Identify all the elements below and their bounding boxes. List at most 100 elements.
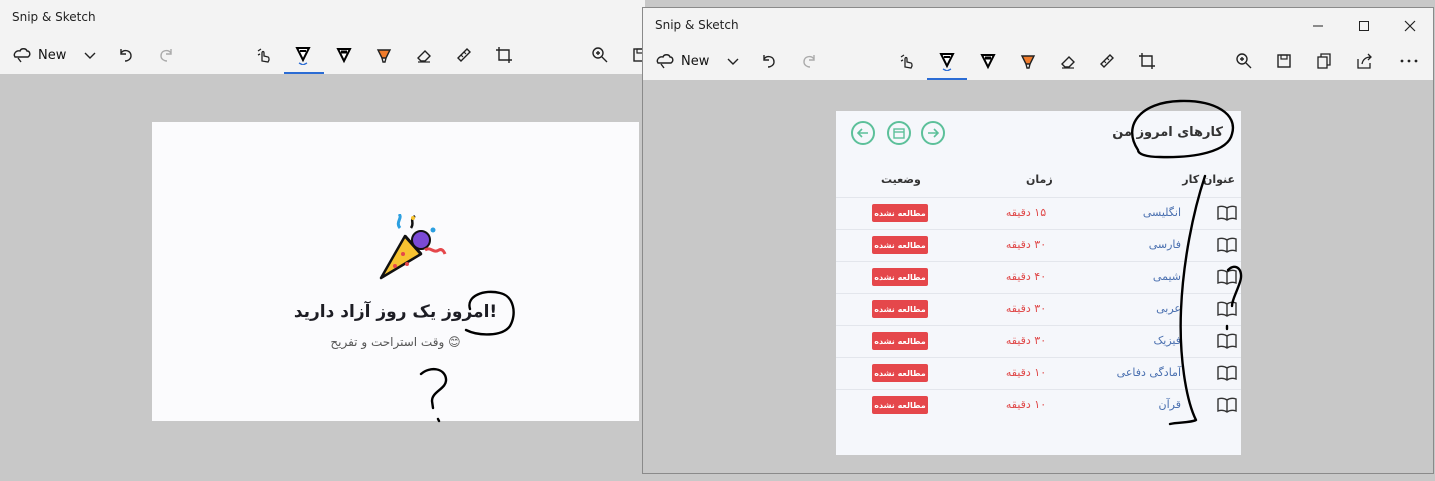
status-badge[interactable]: مطالعه نشده [872, 204, 928, 222]
status-badge[interactable]: مطالعه نشده [872, 268, 928, 286]
touch-writing-button[interactable] [252, 36, 276, 74]
task-subject: فارسی [1148, 238, 1181, 251]
table-row[interactable]: قرآن ۱۰ دقیقه مطالعه نشده [836, 389, 1241, 421]
redo-icon [803, 55, 815, 68]
column-header-time: زمان [1026, 173, 1053, 186]
table-row[interactable]: انگلیسی ۱۵ دقیقه مطالعه نشده [836, 197, 1241, 229]
save-button[interactable] [1272, 42, 1296, 80]
tasks-title: کارهای امروز من [1112, 125, 1223, 140]
task-subject: عربی [1156, 302, 1181, 315]
status-badge[interactable]: مطالعه نشده [872, 332, 928, 350]
touch-writing-icon [257, 48, 270, 63]
chevron-down-icon [727, 58, 739, 65]
share-button[interactable] [1352, 42, 1376, 80]
crop-button[interactable] [492, 36, 516, 74]
book-icon [1217, 397, 1237, 413]
crop-icon [496, 47, 512, 63]
undo-icon [120, 49, 132, 62]
save-icon [1277, 54, 1291, 68]
task-subject: شیمی [1152, 270, 1181, 283]
ballpoint-pen-button[interactable] [290, 36, 316, 74]
crop-button[interactable] [1135, 42, 1159, 80]
pencil-button[interactable] [976, 42, 1000, 80]
foreground-snip-window[interactable]: Snip & Sketch New کارهای امروز من عنوان … [642, 7, 1434, 474]
more-options-button[interactable] [1395, 42, 1423, 80]
ballpoint-pen-icon [939, 53, 955, 71]
new-snip-button[interactable]: New [655, 42, 715, 80]
close-button[interactable] [1387, 8, 1433, 44]
chevron-down-icon [84, 52, 96, 59]
screenshot-free-day[interactable]: امروز یک روز آزاد دارید! وقت استراحت و ت… [152, 122, 639, 421]
task-duration: ۳۰ دقیقه [1005, 334, 1047, 347]
status-badge[interactable]: مطالعه نشده [872, 300, 928, 318]
canvas-area[interactable]: کارهای امروز من عنوان کار زمان وضعیت انگ… [643, 80, 1433, 473]
new-snip-button[interactable]: New [12, 36, 72, 74]
zoom-button[interactable] [1232, 42, 1256, 80]
title-bar[interactable]: Snip & Sketch [0, 0, 645, 36]
pencil-button[interactable] [332, 36, 356, 74]
table-row[interactable]: شیمی ۴۰ دقیقه مطالعه نشده [836, 261, 1241, 293]
book-icon [1217, 205, 1237, 221]
background-snip-window[interactable]: Snip & Sketch New امروز یک روز آزاد داری… [0, 0, 645, 468]
copy-icon [1317, 53, 1331, 69]
free-day-subtitle: وقت استراحت و تفریح 😊 [330, 335, 461, 349]
book-icon [1217, 333, 1237, 349]
task-duration: ۳۰ دقیقه [1005, 238, 1047, 251]
ruler-icon [1100, 54, 1114, 68]
eraser-icon [417, 50, 431, 63]
status-badge[interactable]: مطالعه نشده [872, 396, 928, 414]
undo-button[interactable] [114, 36, 138, 74]
ruler-button[interactable] [1095, 42, 1119, 80]
task-subject: قرآن [1158, 398, 1181, 411]
book-icon [1217, 365, 1237, 381]
next-day-button[interactable] [921, 121, 945, 145]
new-dropdown-button[interactable] [723, 42, 743, 80]
minimize-button[interactable] [1295, 8, 1341, 44]
status-badge[interactable]: مطالعه نشده [872, 236, 928, 254]
undo-button[interactable] [757, 42, 781, 80]
table-row[interactable]: عربی ۳۰ دقیقه مطالعه نشده [836, 293, 1241, 325]
minimize-icon [1313, 25, 1323, 27]
zoom-in-icon [592, 47, 608, 63]
crop-icon [1139, 53, 1155, 69]
highlighter-icon [1020, 55, 1036, 69]
touch-writing-button[interactable] [895, 42, 919, 80]
book-icon [1217, 301, 1237, 317]
free-day-headline: امروز یک روز آزاد دارید! [293, 302, 498, 322]
maximize-icon [1359, 21, 1369, 31]
table-row[interactable]: فارسی ۳۰ دقیقه مطالعه نشده [836, 229, 1241, 261]
ruler-button[interactable] [452, 36, 476, 74]
book-icon [1217, 269, 1237, 285]
task-duration: ۱۵ دقیقه [1005, 206, 1047, 219]
new-snip-icon [656, 54, 674, 69]
new-dropdown-button[interactable] [80, 36, 100, 74]
title-bar[interactable]: Snip & Sketch [643, 8, 1433, 44]
toolbar: New [643, 42, 1433, 80]
task-duration: ۴۰ دقیقه [1005, 270, 1047, 283]
eraser-button[interactable] [1056, 42, 1080, 80]
task-duration: ۳۰ دقیقه [1005, 302, 1047, 315]
share-icon [1357, 53, 1372, 69]
highlighter-button[interactable] [1016, 42, 1040, 80]
redo-button[interactable] [154, 36, 178, 74]
ballpoint-pen-button[interactable] [934, 42, 960, 80]
window-title: Snip & Sketch [655, 18, 739, 32]
screenshot-todays-tasks[interactable]: کارهای امروز من عنوان کار زمان وضعیت انگ… [836, 111, 1241, 455]
calendar-button[interactable] [887, 121, 911, 145]
eraser-button[interactable] [412, 36, 436, 74]
table-row[interactable]: فیزیک ۳۰ دقیقه مطالعه نشده [836, 325, 1241, 357]
pencil-icon [980, 54, 996, 70]
prev-day-button[interactable] [851, 121, 875, 145]
new-label: New [681, 53, 710, 69]
highlighter-button[interactable] [372, 36, 396, 74]
maximize-button[interactable] [1341, 8, 1387, 44]
toolbar: New [0, 36, 645, 74]
zoom-button[interactable] [588, 36, 612, 74]
status-badge[interactable]: مطالعه نشده [872, 364, 928, 382]
redo-button[interactable] [797, 42, 821, 80]
ballpoint-pen-icon [295, 47, 311, 65]
zoom-in-icon [1236, 53, 1252, 69]
copy-button[interactable] [1312, 42, 1336, 80]
table-row[interactable]: آمادگی دفاعی ۱۰ دقیقه مطالعه نشده [836, 357, 1241, 389]
task-subject: فیزیک [1153, 334, 1181, 347]
